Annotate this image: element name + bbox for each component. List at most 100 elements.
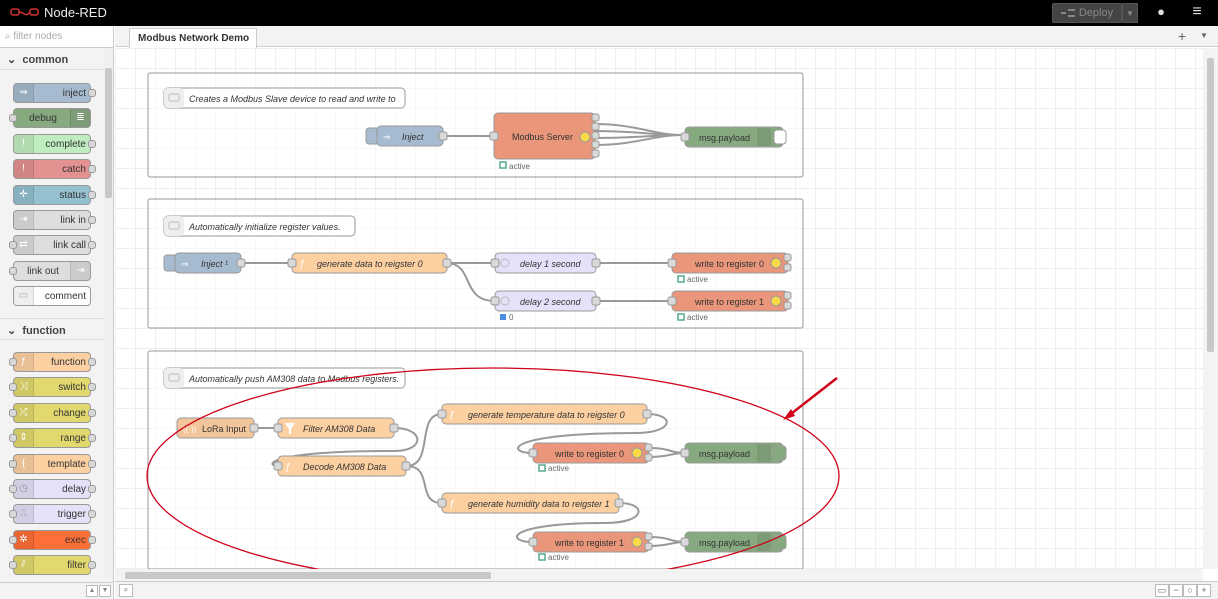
function-node[interactable]: ƒ generate humidity data to reigster 1: [437, 492, 624, 514]
input-port[interactable]: [667, 296, 677, 306]
debug-toggle-button[interactable]: [773, 534, 787, 550]
input-port[interactable]: [437, 498, 447, 508]
input-port[interactable]: [528, 537, 538, 547]
debug-node[interactable]: msg.payload: [680, 442, 787, 464]
output-port[interactable]: [644, 532, 653, 541]
deploy-menu-chevron-icon[interactable]: ▼: [1122, 3, 1138, 23]
output-port[interactable]: [644, 453, 653, 462]
palette-node-trigger[interactable]: ⎍ trigger: [9, 504, 96, 524]
input-port[interactable]: [273, 461, 283, 471]
main-menu-icon[interactable]: ≡: [1186, 3, 1208, 23]
input-port[interactable]: [273, 423, 283, 433]
palette-node-complete[interactable]: ! complete: [13, 134, 96, 154]
deploy-button[interactable]: Deploy: [1052, 3, 1122, 23]
input-port[interactable]: [437, 409, 447, 419]
output-port[interactable]: [236, 258, 246, 268]
expand-all-icon[interactable]: ▼: [99, 585, 111, 597]
palette-node-link-call[interactable]: ⇄ link call: [9, 235, 96, 255]
input-port[interactable]: [667, 258, 677, 268]
output-port[interactable]: [249, 423, 259, 433]
output-port[interactable]: [783, 291, 792, 300]
palette-node-change[interactable]: ⤮ change: [9, 403, 96, 423]
palette-node-function[interactable]: ƒ function: [9, 352, 96, 372]
collapse-all-icon[interactable]: ▲: [86, 585, 98, 597]
zoom-reset-icon[interactable]: ○: [1183, 584, 1197, 597]
output-port[interactable]: [591, 113, 600, 122]
palette-node-catch[interactable]: ! catch: [13, 159, 96, 179]
add-tab-icon[interactable]: +: [1178, 28, 1186, 44]
canvas-vertical-scrollbar[interactable]: [1203, 48, 1218, 569]
palette-node-link-out[interactable]: ⇥ link out: [9, 261, 91, 281]
palette-category-function[interactable]: ⌄ function: [0, 318, 104, 340]
comment-node[interactable]: Automatically initialize register values…: [163, 215, 356, 237]
output-port[interactable]: [783, 253, 792, 262]
input-port[interactable]: [489, 131, 499, 141]
lora-input-node[interactable]: ((·)) LoRa Input: [176, 417, 259, 439]
output-port[interactable]: [442, 258, 452, 268]
output-port[interactable]: [438, 131, 448, 141]
zoom-out-icon[interactable]: −: [1169, 584, 1183, 597]
debug-node[interactable]: msg.payload: [680, 126, 787, 148]
output-port[interactable]: [591, 140, 600, 149]
input-port[interactable]: [490, 296, 500, 306]
output-port[interactable]: [783, 263, 792, 272]
flow-canvas[interactable]: Creates a Modbus Slave device to read an…: [115, 48, 1203, 569]
comment-node[interactable]: Creates a Modbus Slave device to read an…: [163, 87, 406, 109]
palette-node-range[interactable]: ⇕ range: [9, 428, 96, 448]
output-port[interactable]: [614, 498, 624, 508]
user-icon[interactable]: ●: [1152, 4, 1170, 22]
palette-node-delay[interactable]: ◷ delay: [9, 479, 96, 499]
node-status: active: [687, 313, 708, 322]
palette-scrollbar[interactable]: [104, 48, 113, 578]
output-port[interactable]: [401, 461, 411, 471]
input-port[interactable]: [528, 448, 538, 458]
delay-node[interactable]: delay 1 second: [490, 252, 601, 274]
palette-node-status[interactable]: ✛ status: [13, 185, 96, 205]
output-port[interactable]: [644, 542, 653, 551]
output-port[interactable]: [389, 423, 399, 433]
input-port[interactable]: [287, 258, 297, 268]
palette-node-inject[interactable]: ⇒ inject: [13, 83, 96, 103]
navigator-icon[interactable]: ▭: [1155, 584, 1169, 597]
canvas-vertical-scrollbar-thumb[interactable]: [1207, 58, 1214, 352]
input-port[interactable]: [680, 537, 690, 547]
output-port[interactable]: [591, 258, 601, 268]
palette-scrollbar-thumb[interactable]: [105, 68, 112, 198]
debug-toggle-button[interactable]: [773, 445, 787, 461]
canvas-horizontal-scrollbar[interactable]: [115, 569, 1203, 581]
inject-node[interactable]: ⇒ Inject: [365, 125, 448, 147]
input-port[interactable]: [490, 258, 500, 268]
palette-node-filter[interactable]: ⫽ filter: [9, 555, 96, 575]
palette-filter-input[interactable]: ⌕ filter nodes: [0, 26, 113, 48]
output-port[interactable]: [642, 409, 652, 419]
function-node[interactable]: ƒ Decode AM308 Data: [273, 455, 411, 477]
palette-node-template[interactable]: {template: [9, 454, 96, 474]
function-node[interactable]: ƒ generate data to reigster 0: [287, 252, 452, 274]
tab-modbus-network-demo[interactable]: Modbus Network Demo: [129, 28, 257, 48]
filter-node[interactable]: Filter AM308 Data: [273, 417, 399, 439]
palette-node-link-in[interactable]: ⇥ link in: [13, 210, 96, 230]
canvas-horizontal-scrollbar-thumb[interactable]: [125, 572, 491, 579]
inject-node[interactable]: ⇒ Inject ¹: [163, 252, 246, 274]
palette-node-exec[interactable]: ✲ exec: [9, 530, 96, 550]
search-flows-icon[interactable]: ⌕: [119, 584, 133, 597]
palette-category-common[interactable]: ⌄ common: [0, 48, 104, 70]
debug-toggle-button[interactable]: [773, 129, 787, 145]
zoom-in-icon[interactable]: +: [1197, 584, 1211, 597]
debug-node[interactable]: msg.payload: [680, 531, 787, 553]
output-port[interactable]: [591, 122, 600, 131]
input-port[interactable]: [680, 448, 690, 458]
output-port[interactable]: [644, 443, 653, 452]
output-port[interactable]: [783, 301, 792, 310]
tab-list-chevron-icon[interactable]: ▼: [1200, 31, 1208, 40]
palette-node-comment[interactable]: ▭ comment: [13, 286, 91, 306]
input-port[interactable]: [680, 132, 690, 142]
output-port[interactable]: [591, 131, 600, 140]
palette-node-switch[interactable]: ⤨ switch: [9, 377, 96, 397]
comment-node[interactable]: Automatically push AM308 data to Modbus …: [163, 367, 406, 389]
node-label: status: [59, 190, 86, 201]
palette-node-debug[interactable]: ≣ debug: [9, 108, 91, 128]
function-node[interactable]: ƒ generate temperature data to reigster …: [437, 403, 652, 425]
output-port[interactable]: [591, 296, 601, 306]
output-port[interactable]: [591, 149, 600, 158]
